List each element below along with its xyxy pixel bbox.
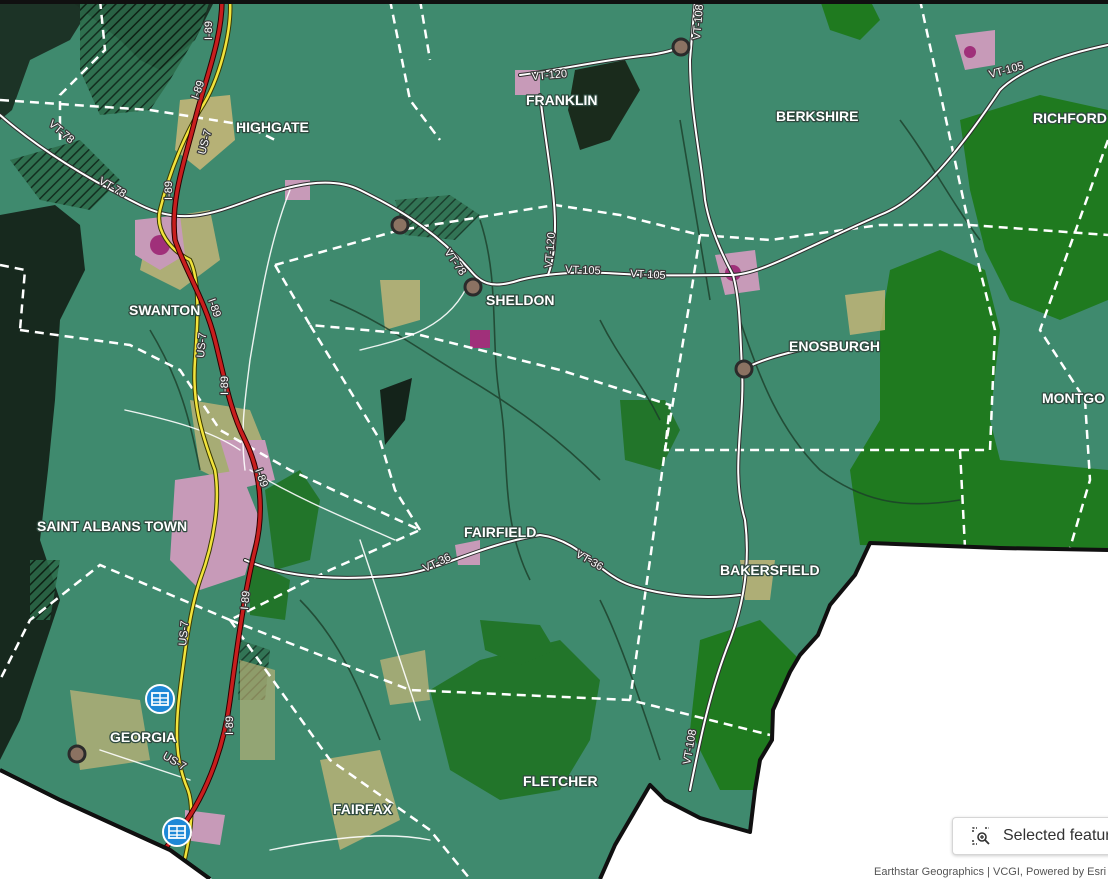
town-label-saint-albans-town: SAINT ALBANS TOWN bbox=[37, 518, 187, 534]
town-label-georgia: GEORGIA bbox=[110, 729, 176, 745]
facility-icon[interactable] bbox=[145, 684, 175, 714]
town-label-bakersfield: BAKERSFIELD bbox=[720, 562, 820, 578]
town-label-franklin: FRANKLIN bbox=[526, 92, 598, 108]
route-label-vt105: VT-105 bbox=[565, 264, 601, 277]
town-label-fairfax: FAIRFAX bbox=[333, 801, 393, 817]
zoom-to-selection-icon bbox=[972, 827, 990, 845]
circle-marker-icon[interactable] bbox=[67, 744, 87, 764]
selected-features-button[interactable]: Selected features bbox=[952, 817, 1108, 855]
circle-marker-icon[interactable] bbox=[734, 359, 754, 379]
route-label-i89: I-89 bbox=[219, 376, 231, 395]
facility-icon[interactable] bbox=[162, 817, 192, 847]
map-view[interactable]: I-89 I-89 I-89 I-89 I-89 I-89 I-89 I-89 … bbox=[0, 0, 1108, 879]
town-label-fletcher: FLETCHER bbox=[523, 773, 598, 789]
town-label-berkshire: BERKSHIRE bbox=[776, 108, 858, 124]
developed-enosburgh bbox=[845, 290, 885, 335]
town-label-montgomery: MONTGO bbox=[1042, 390, 1105, 406]
town-label-fairfield: FAIRFIELD bbox=[464, 524, 536, 540]
route-label-i89: I-89 bbox=[163, 181, 175, 200]
route-label-i89: I-89 bbox=[203, 21, 215, 40]
selected-features-label: Selected features bbox=[1003, 827, 1108, 844]
town-label-sheldon: SHELDON bbox=[486, 292, 554, 308]
town-label-highgate: HIGHGATE bbox=[236, 119, 309, 135]
urban-richford-core bbox=[964, 46, 976, 58]
route-label-i89: I-89 bbox=[239, 590, 253, 610]
route-label-us7: US-7 bbox=[195, 332, 209, 358]
circle-marker-icon[interactable] bbox=[671, 37, 691, 57]
route-label-us7: US-7 bbox=[177, 620, 191, 646]
route-label-vt105: VT-105 bbox=[630, 268, 666, 282]
urban-sheldon bbox=[470, 330, 490, 348]
town-label-enosburgh: ENOSBURGH bbox=[789, 338, 880, 354]
town-label-richford: RICHFORD bbox=[1033, 110, 1107, 126]
circle-marker-icon[interactable] bbox=[463, 277, 483, 297]
circle-marker-icon[interactable] bbox=[390, 215, 410, 235]
route-label-i89: I-89 bbox=[224, 716, 236, 735]
town-label-swanton: SWANTON bbox=[129, 302, 200, 318]
map-attribution: Earthstar Geographics | VCGI, Powered by… bbox=[868, 866, 1108, 879]
